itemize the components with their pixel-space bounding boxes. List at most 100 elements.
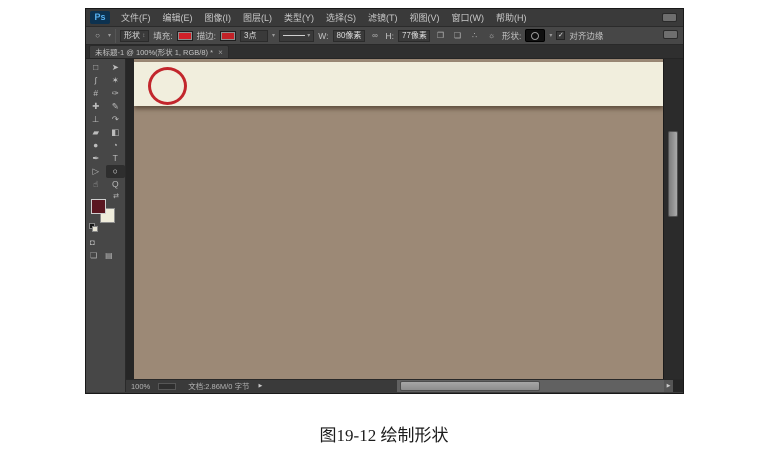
link-dimensions-icon[interactable]: ∞ (369, 29, 382, 42)
stroke-label: 描边: (197, 30, 216, 42)
page: Ps 文件(F) 编辑(E) 图像(I) 图层(L) 类型(Y) 选择(S) 滤… (0, 0, 768, 458)
tool-preset-caret-icon[interactable]: ▾ (108, 32, 111, 39)
menu-item-image[interactable]: 图像(I) (199, 10, 238, 26)
tab-close-icon[interactable]: × (218, 48, 223, 57)
quick-mask-button[interactable]: ◘ (90, 238, 95, 248)
options-separator (115, 29, 116, 43)
hand-tool-icon[interactable]: ☝ (86, 178, 106, 191)
fill-color-swatch[interactable] (177, 31, 193, 41)
status-bar: 100% 文档:2.86M/0 字节 ▶ ▶ (126, 379, 683, 392)
gear-icon[interactable]: ☼ (485, 29, 498, 42)
menu-item-help[interactable]: 帮助(H) (490, 10, 533, 26)
tool-preset-icon[interactable]: ○ (91, 29, 104, 42)
menu-item-view[interactable]: 视图(V) (404, 10, 446, 26)
options-bar: ○ ▾ 形状 ↕ 填充: 描边: 3点 ▾ ▾ W: 80像素 ∞ H: 77像… (86, 27, 683, 45)
eraser-tool-icon[interactable]: ▰ (86, 126, 106, 139)
height-label: H: (386, 31, 395, 41)
content: □ ➤ ʃ ✶ # ✑ ✚ ✎ ⊥ ↷ ▰ ◧ ● ◔ ✒ T ▷ (86, 59, 683, 392)
status-box (158, 383, 176, 390)
screen-mode-button[interactable]: ❏ (90, 251, 97, 261)
screen-mode-row: ❏ ▤ (86, 251, 125, 261)
history-brush-tool-icon[interactable]: ↷ (106, 113, 126, 126)
document-band[interactable] (134, 62, 663, 106)
shape-height-field[interactable]: 77像素 (398, 30, 430, 42)
menu-bar: Ps 文件(F) 编辑(E) 图像(I) 图层(L) 类型(Y) 选择(S) 滤… (86, 9, 683, 27)
ellipse-tool-icon[interactable]: ○ (106, 165, 126, 178)
stroke-width-caret-icon[interactable]: ▾ (272, 32, 275, 39)
menu-item-window[interactable]: 窗口(W) (446, 10, 491, 26)
quick-mask-row: ◘ (86, 238, 125, 248)
pen-tool-icon[interactable]: ✒ (86, 152, 106, 165)
tab-row: 未标题-1 @ 100%(形状 1, RGB/8) * × (86, 45, 683, 59)
foreground-color-swatch[interactable] (91, 199, 106, 214)
shape-caret-icon[interactable]: ▾ (549, 32, 552, 39)
magic-wand-tool-icon[interactable]: ✶ (106, 74, 126, 87)
menu-item-filter[interactable]: 滤镜(T) (362, 10, 404, 26)
panel-collapse-button[interactable] (663, 30, 678, 39)
width-label: W: (318, 31, 328, 41)
horizontal-scrollbar[interactable] (396, 380, 664, 392)
panel-extra-button[interactable]: ▤ (105, 251, 113, 261)
document-tab-title: 未标题-1 @ 100%(形状 1, RGB/8) * (95, 47, 213, 58)
horizontal-scrollbar-thumb[interactable] (400, 381, 540, 391)
workspace-button[interactable] (662, 13, 677, 22)
menu-item-file[interactable]: 文件(F) (115, 10, 157, 26)
path-operations-button[interactable]: ❐ (434, 29, 447, 42)
menu-item-select[interactable]: 选择(S) (320, 10, 362, 26)
stroke-color-swatch[interactable] (220, 31, 236, 41)
document-size-info: 文档:2.86M/0 字节 (188, 381, 249, 392)
swap-colors-icon[interactable]: ⇄ (113, 193, 119, 200)
tool-mode-select[interactable]: 形状 ↕ (120, 30, 149, 42)
scrollbar-arrow-icon[interactable]: ▶ (664, 380, 673, 392)
fill-label: 填充: (153, 30, 172, 42)
clone-stamp-tool-icon[interactable]: ⊥ (86, 113, 106, 126)
brush-tool-icon[interactable]: ✎ (106, 100, 126, 113)
healing-brush-tool-icon[interactable]: ✚ (86, 100, 106, 113)
lasso-tool-icon[interactable]: ʃ (86, 74, 106, 87)
menu-item-layer[interactable]: 图层(L) (237, 10, 278, 26)
eyedropper-tool-icon[interactable]: ✑ (106, 87, 126, 100)
color-swatches: ⇄ (86, 193, 125, 235)
zoom-level-field[interactable]: 100% (131, 382, 150, 391)
status-flyout-icon[interactable]: ▶ (258, 383, 262, 389)
vertical-scrollbar[interactable] (663, 59, 683, 379)
tool-mode-value: 形状 (124, 31, 140, 41)
rectangular-marquee-tool-icon[interactable]: □ (86, 61, 106, 74)
tool-mode-spinner-icon: ↕ (142, 31, 145, 41)
zoom-tool-icon[interactable]: Q (106, 178, 126, 191)
document-canvas[interactable] (134, 59, 663, 379)
canvas-area: 100% 文档:2.86M/0 字节 ▶ ▶ (126, 59, 683, 392)
stroke-style-preview (283, 35, 305, 36)
resize-grip[interactable] (673, 380, 683, 392)
photoshop-window: Ps 文件(F) 编辑(E) 图像(I) 图层(L) 类型(Y) 选择(S) 滤… (85, 8, 684, 394)
shape-label: 形状: (502, 30, 521, 42)
ps-logo-icon: Ps (90, 11, 110, 24)
document-tab[interactable]: 未标题-1 @ 100%(形状 1, RGB/8) * × (89, 45, 229, 58)
dodge-tool-icon[interactable]: ◔ (106, 139, 126, 152)
tools-grid: □ ➤ ʃ ✶ # ✑ ✚ ✎ ⊥ ↷ ▰ ◧ ● ◔ ✒ T ▷ (86, 61, 125, 191)
crop-tool-icon[interactable]: # (86, 87, 106, 100)
stroke-width-field[interactable]: 3点 (240, 30, 268, 42)
align-edges-checkbox[interactable]: ✓ (556, 31, 565, 40)
status-left: 100% 文档:2.86M/0 字节 ▶ (126, 381, 396, 392)
default-colors-icon[interactable] (89, 223, 98, 232)
path-arrange-button[interactable]: ∴ (468, 29, 481, 42)
vertical-scrollbar-thumb[interactable] (668, 131, 678, 217)
stroke-style-caret-icon: ▾ (307, 31, 310, 41)
menu-item-type[interactable]: 类型(Y) (278, 10, 320, 26)
shape-thumbnail[interactable] (525, 29, 545, 42)
figure-caption: 图19-12 绘制形状 (0, 421, 768, 446)
path-selection-tool-icon[interactable]: ▷ (86, 165, 106, 178)
tools-panel: □ ➤ ʃ ✶ # ✑ ✚ ✎ ⊥ ↷ ▰ ◧ ● ◔ ✒ T ▷ (86, 59, 126, 392)
type-tool-icon[interactable]: T (106, 152, 126, 165)
menu-item-edit[interactable]: 编辑(E) (157, 10, 199, 26)
stroke-style-button[interactable]: ▾ (279, 30, 314, 42)
blur-tool-icon[interactable]: ● (86, 139, 106, 152)
ellipse-preview-icon (531, 32, 539, 40)
shape-width-field[interactable]: 80像素 (333, 30, 365, 42)
move-tool-icon[interactable]: ➤ (106, 61, 126, 74)
path-alignment-button[interactable]: ❏ (451, 29, 464, 42)
align-edges-label: 对齐边缘 (569, 30, 603, 42)
gradient-tool-icon[interactable]: ◧ (106, 126, 126, 139)
drawn-ellipse-shape[interactable] (148, 67, 187, 105)
